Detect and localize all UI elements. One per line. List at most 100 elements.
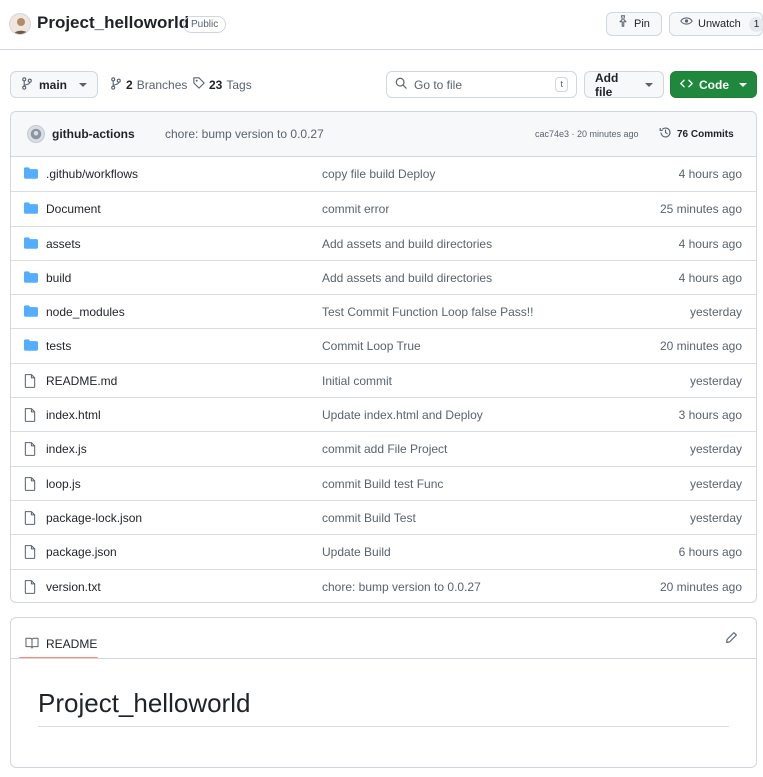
code-label: Code bbox=[699, 77, 729, 92]
file-name-link[interactable]: README.md bbox=[46, 374, 117, 388]
file-commit-age: yesterday bbox=[689, 476, 742, 491]
file-commit-age: 4 hours ago bbox=[678, 167, 742, 181]
file-commit-age: 20 minutes ago bbox=[659, 579, 742, 594]
file-row[interactable]: node_modules Test Commit Function Loop fa… bbox=[11, 294, 756, 328]
file-row[interactable]: version.txt chore: bump version to 0.0.27… bbox=[11, 568, 756, 602]
file-commit-message-link[interactable]: commit add File Project bbox=[322, 442, 447, 456]
file-commit-message-link[interactable]: Add assets and build directories bbox=[322, 237, 492, 251]
repo-title[interactable]: Project_helloworld bbox=[37, 13, 189, 33]
readme-heading: Project_helloworld bbox=[38, 688, 251, 718]
pencil-icon[interactable] bbox=[725, 631, 738, 647]
file-name-link[interactable]: index.html bbox=[46, 408, 101, 422]
file-commit-message-link[interactable]: commit error bbox=[322, 202, 389, 216]
file-row[interactable]: package.json Update Build 6 hours ago bbox=[11, 534, 756, 568]
file-row[interactable]: index.html Update index.html and Deploy 3 … bbox=[11, 397, 756, 431]
file-name-link[interactable]: node_modules bbox=[46, 305, 125, 319]
keyboard-shortcut-hint: t bbox=[555, 77, 568, 92]
file-row[interactable]: README.md Initial commit yesterday bbox=[11, 362, 756, 397]
code-icon bbox=[680, 78, 693, 92]
file-row[interactable]: index.js commit add File Project yesterday bbox=[11, 431, 756, 465]
tags-label: Tags bbox=[226, 77, 252, 92]
add-file-button[interactable]: Add file bbox=[584, 71, 664, 99]
commit-hash-time[interactable]: cac74e3 · 20 minutes ago bbox=[535, 129, 639, 139]
file-commit-age: 25 minutes ago bbox=[659, 202, 742, 217]
unwatch-label: Unwatch bbox=[698, 18, 741, 30]
repo-header: Project_helloworld Public Pin Unwatch 1 bbox=[0, 0, 763, 50]
file-name-link[interactable]: .github/workflows bbox=[46, 167, 138, 181]
file-icon bbox=[24, 373, 38, 388]
file-commit-age: yesterday bbox=[689, 305, 742, 320]
file-row[interactable]: tests Commit Loop True 20 minutes ago bbox=[11, 328, 756, 362]
branch-selector[interactable]: main bbox=[10, 71, 98, 98]
tags-count: 23 bbox=[209, 77, 223, 92]
file-name-link[interactable]: index.js bbox=[46, 442, 87, 456]
commit-message[interactable]: chore: bump version to 0.0.27 bbox=[165, 127, 324, 141]
file-icon bbox=[24, 511, 38, 525]
file-row[interactable]: build Add assets and build directories 4 h… bbox=[11, 259, 756, 294]
file-name-link[interactable]: tests bbox=[46, 339, 71, 353]
folder-icon bbox=[24, 167, 38, 181]
tags-link[interactable]: 23 Tags bbox=[193, 77, 252, 92]
folder-icon bbox=[24, 236, 38, 251]
file-name-link[interactable]: package-lock.json bbox=[46, 511, 142, 525]
file-commit-message-link[interactable]: Update Build bbox=[322, 545, 391, 559]
file-row[interactable]: assets Add assets and build directories 4 … bbox=[11, 225, 756, 260]
chevron-down-icon bbox=[79, 82, 87, 87]
pin-label: Pin bbox=[634, 18, 650, 30]
branch-icon bbox=[21, 76, 33, 93]
file-commit-age: yesterday bbox=[689, 442, 742, 457]
file-commit-message-link[interactable]: commit Build Test bbox=[322, 511, 416, 525]
repo-toolbar: main 2 Branches 23 Tags Go to file t Add… bbox=[0, 71, 763, 99]
history-icon bbox=[659, 126, 672, 142]
file-icon bbox=[24, 579, 38, 594]
latest-commit-bar: github-actions chore: bump version to 0.… bbox=[11, 112, 756, 157]
commit-author[interactable]: github-actions bbox=[52, 127, 135, 141]
file-row[interactable]: .github/workflows copy file build Deploy 4… bbox=[11, 157, 756, 191]
file-row[interactable]: package-lock.json commit Build Test yester… bbox=[11, 499, 756, 534]
file-icon bbox=[24, 442, 38, 457]
file-commit-message-link[interactable]: Initial commit bbox=[322, 374, 392, 388]
branches-count: 2 bbox=[126, 78, 133, 92]
go-to-file-placeholder: Go to file bbox=[414, 77, 463, 92]
unwatch-button[interactable]: Unwatch 1 bbox=[669, 12, 763, 36]
file-browser: github-actions chore: bump version to 0.… bbox=[10, 111, 757, 603]
file-commit-age: 20 minutes ago bbox=[659, 339, 742, 354]
file-name-link[interactable]: version.txt bbox=[46, 580, 101, 594]
visibility-badge: Public bbox=[183, 16, 227, 33]
file-commit-message-link[interactable]: Update index.html and Deploy bbox=[322, 408, 483, 422]
file-name-link[interactable]: build bbox=[46, 271, 71, 285]
go-to-file-input[interactable]: Go to file t bbox=[386, 71, 577, 98]
file-commit-message-link[interactable]: copy file build Deploy bbox=[322, 167, 435, 181]
book-icon bbox=[25, 637, 39, 652]
file-commit-message-link[interactable]: chore: bump version to 0.0.27 bbox=[322, 580, 481, 594]
commits-history-link[interactable]: 76 Commits bbox=[659, 126, 734, 142]
file-commit-message-link[interactable]: Commit Loop True bbox=[322, 339, 421, 353]
divider bbox=[38, 726, 729, 727]
file-row[interactable]: loop.js commit Build test Func yesterday bbox=[11, 465, 756, 500]
file-icon bbox=[24, 545, 38, 560]
file-row[interactable]: Document commit error 25 minutes ago bbox=[11, 191, 756, 225]
branch-icon bbox=[110, 77, 122, 93]
file-name-link[interactable]: Document bbox=[46, 202, 101, 216]
file-name-link[interactable]: package.json bbox=[46, 545, 117, 559]
folder-icon bbox=[24, 339, 38, 353]
commit-author-avatar[interactable] bbox=[27, 125, 45, 143]
file-commit-age: 4 hours ago bbox=[678, 236, 742, 251]
branches-link[interactable]: 2 Branches bbox=[110, 77, 187, 93]
file-commit-message-link[interactable]: commit Build test Func bbox=[322, 477, 443, 491]
pin-icon bbox=[617, 13, 629, 35]
file-name-link[interactable]: loop.js bbox=[46, 477, 81, 491]
file-commit-message-link[interactable]: Test Commit Function Loop false Pass!! bbox=[322, 305, 533, 319]
file-name-link[interactable]: assets bbox=[46, 237, 81, 251]
eye-icon bbox=[680, 13, 693, 35]
branches-label: Branches bbox=[136, 78, 188, 92]
file-commit-message-link[interactable]: Add assets and build directories bbox=[322, 271, 492, 285]
file-commit-age: 4 hours ago bbox=[678, 270, 742, 285]
readme-tab[interactable]: README bbox=[19, 630, 103, 658]
code-button[interactable]: Code bbox=[670, 71, 757, 98]
branch-name: main bbox=[39, 77, 68, 92]
pin-button[interactable]: Pin bbox=[606, 12, 662, 36]
divider bbox=[11, 658, 756, 659]
tag-icon bbox=[193, 77, 205, 92]
owner-avatar[interactable] bbox=[9, 13, 31, 35]
